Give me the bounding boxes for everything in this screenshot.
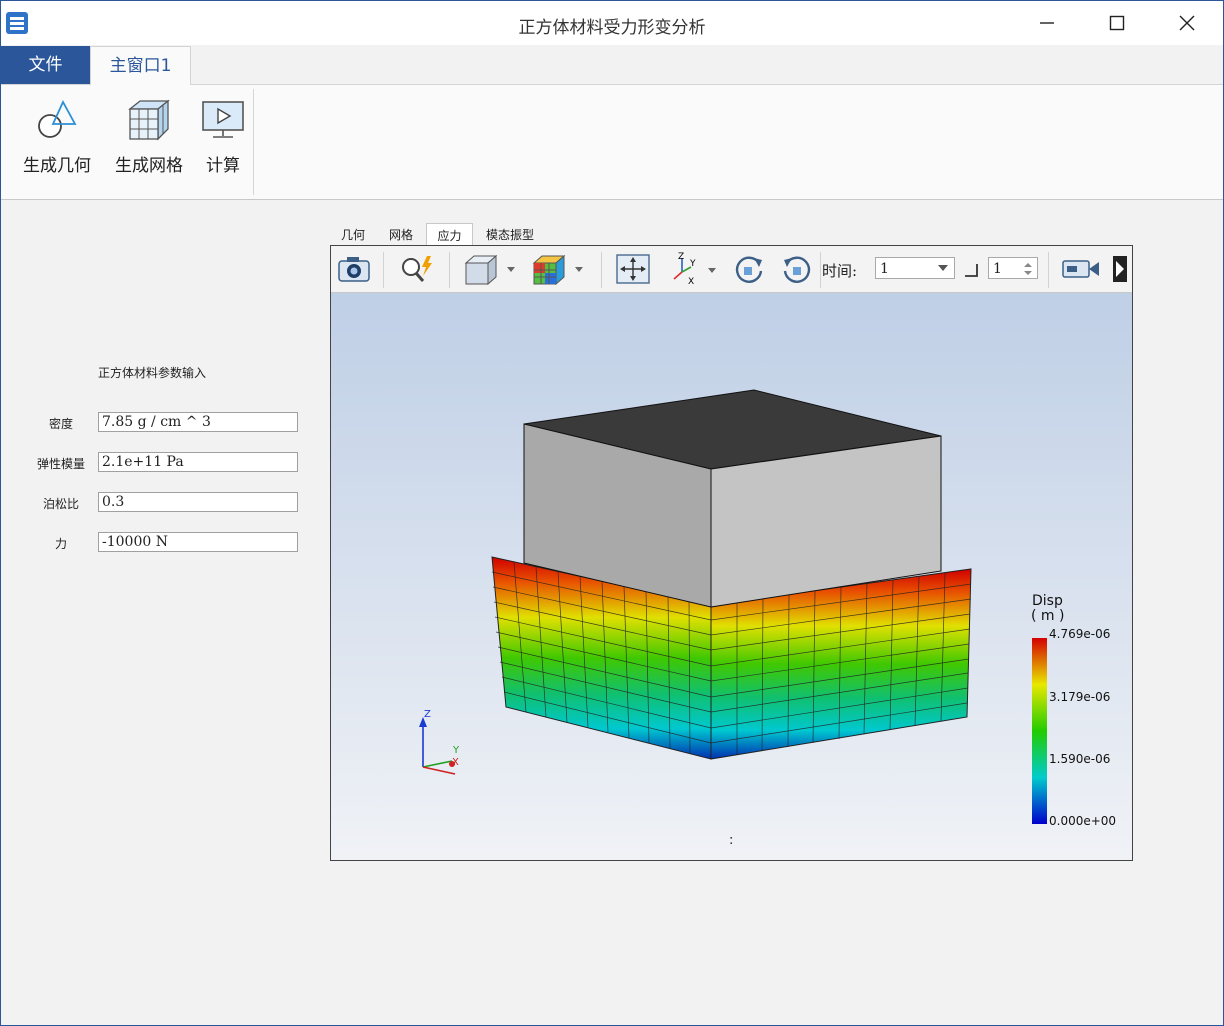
viewer-panel: ZYX 时间: 1 1 Z Y X Disp (m) 4.769e-06 3… bbox=[330, 245, 1133, 861]
generate-geometry-button[interactable]: 生成几何 bbox=[19, 95, 95, 176]
rotate-ccw-icon[interactable] bbox=[777, 252, 817, 286]
force-input[interactable]: -10000 N bbox=[98, 532, 298, 552]
legend-tick: 3.179e-06 bbox=[1049, 690, 1111, 704]
time-select[interactable]: 1 bbox=[875, 257, 955, 279]
time-label: 时间: bbox=[822, 262, 858, 280]
axis-y-label: Y bbox=[453, 745, 460, 756]
ribbon-separator bbox=[253, 89, 254, 195]
tab-modal-shape[interactable]: 模态振型 bbox=[479, 223, 541, 245]
legend-tick: 0.000e+00 bbox=[1049, 814, 1117, 828]
viewer-toolbar: ZYX 时间: 1 1 bbox=[331, 246, 1132, 293]
poisson-label: 泊松比 bbox=[42, 497, 79, 511]
legend-colorbar bbox=[1032, 638, 1047, 824]
poisson-input[interactable]: 0.3 bbox=[98, 492, 298, 512]
pan-icon[interactable] bbox=[613, 252, 653, 286]
legend-tick: 4.769e-06 bbox=[1049, 627, 1111, 641]
legend-title: Disp bbox=[1032, 593, 1063, 609]
generate-mesh-label: 生成网格 bbox=[115, 156, 183, 176]
svg-text:Y: Y bbox=[689, 259, 696, 269]
more-tools-icon[interactable] bbox=[1111, 252, 1129, 286]
mesh-icon bbox=[111, 95, 187, 145]
axis-triad bbox=[419, 717, 456, 775]
video-record-icon[interactable] bbox=[1059, 252, 1103, 286]
chevron-down-icon bbox=[938, 265, 948, 271]
form-title: 正方体材料参数输入 bbox=[98, 366, 207, 380]
axis-x-label: X bbox=[452, 757, 459, 768]
generate-geometry-label: 生成几何 bbox=[23, 156, 91, 176]
toolbar-separator bbox=[601, 252, 602, 288]
tab-main-window[interactable]: 主窗口1 bbox=[90, 46, 191, 85]
zoom-fit-icon[interactable] bbox=[395, 252, 437, 286]
compute-label: 计算 bbox=[206, 156, 240, 176]
step-spinbox-value: 1 bbox=[993, 261, 1002, 277]
rotate-cw-icon[interactable] bbox=[729, 252, 769, 286]
toolbar-separator bbox=[820, 252, 821, 288]
spin-arrows-icon[interactable] bbox=[1024, 261, 1032, 277]
contour-color-icon[interactable] bbox=[527, 252, 589, 286]
tab-file[interactable]: 文件 bbox=[1, 46, 90, 84]
toolbar-separator bbox=[383, 252, 384, 288]
display-mode-icon[interactable] bbox=[459, 252, 521, 286]
maximize-button[interactable] bbox=[1082, 1, 1152, 45]
modulus-label: 弹性模量 bbox=[36, 457, 85, 471]
generate-mesh-button[interactable]: 生成网格 bbox=[111, 95, 187, 176]
compute-button[interactable]: 计算 bbox=[201, 95, 245, 176]
axis-orientation-icon[interactable]: ZYX bbox=[663, 252, 721, 286]
svg-text:Z: Z bbox=[678, 252, 684, 262]
geometry-icon bbox=[19, 95, 95, 145]
force-label: 力 bbox=[54, 537, 67, 551]
time-select-value: 1 bbox=[880, 261, 889, 277]
tab-mesh[interactable]: 网格 bbox=[381, 223, 421, 245]
minimize-button[interactable] bbox=[1012, 1, 1082, 45]
toolbar-separator bbox=[449, 252, 450, 288]
legend-unit: ( m ) bbox=[1031, 608, 1065, 624]
density-input[interactable]: 7.85 g / cm ^ 3 bbox=[98, 412, 298, 432]
ribbon-body: 生成几何 生成网格 计算 bbox=[1, 85, 1223, 200]
title-bar: 正方体材料受力形变分析 bbox=[1, 1, 1223, 45]
deformed-mesh-render bbox=[419, 389, 1047, 824]
render-scene: Z Y X Disp ( m ) 4.769e-06 3.179e-06 1.5… bbox=[331, 293, 1132, 860]
legend-tick: 1.590e-06 bbox=[1049, 752, 1111, 766]
corner-icon bbox=[965, 264, 978, 277]
status-text: : bbox=[729, 833, 734, 848]
tab-stress[interactable]: 应力 bbox=[426, 223, 473, 246]
monitor-play-icon bbox=[201, 95, 245, 145]
close-button[interactable] bbox=[1152, 1, 1222, 45]
density-label: 密度 bbox=[48, 417, 73, 431]
modulus-input[interactable]: 2.1e+11 Pa bbox=[98, 452, 298, 472]
camera-icon[interactable] bbox=[335, 252, 373, 286]
axis-z-label: Z bbox=[424, 709, 431, 720]
step-spinbox[interactable]: 1 bbox=[988, 257, 1038, 279]
tab-geometry[interactable]: 几何 bbox=[334, 223, 372, 245]
main-window: 正方体材料受力形变分析 文件 主窗口1 生成几何 生成网格 计算 正方体材料参数… bbox=[0, 0, 1224, 1026]
toolbar-separator bbox=[1048, 252, 1049, 288]
ribbon-tabs: 文件 主窗口1 bbox=[1, 45, 1223, 85]
svg-text:X: X bbox=[688, 277, 694, 286]
